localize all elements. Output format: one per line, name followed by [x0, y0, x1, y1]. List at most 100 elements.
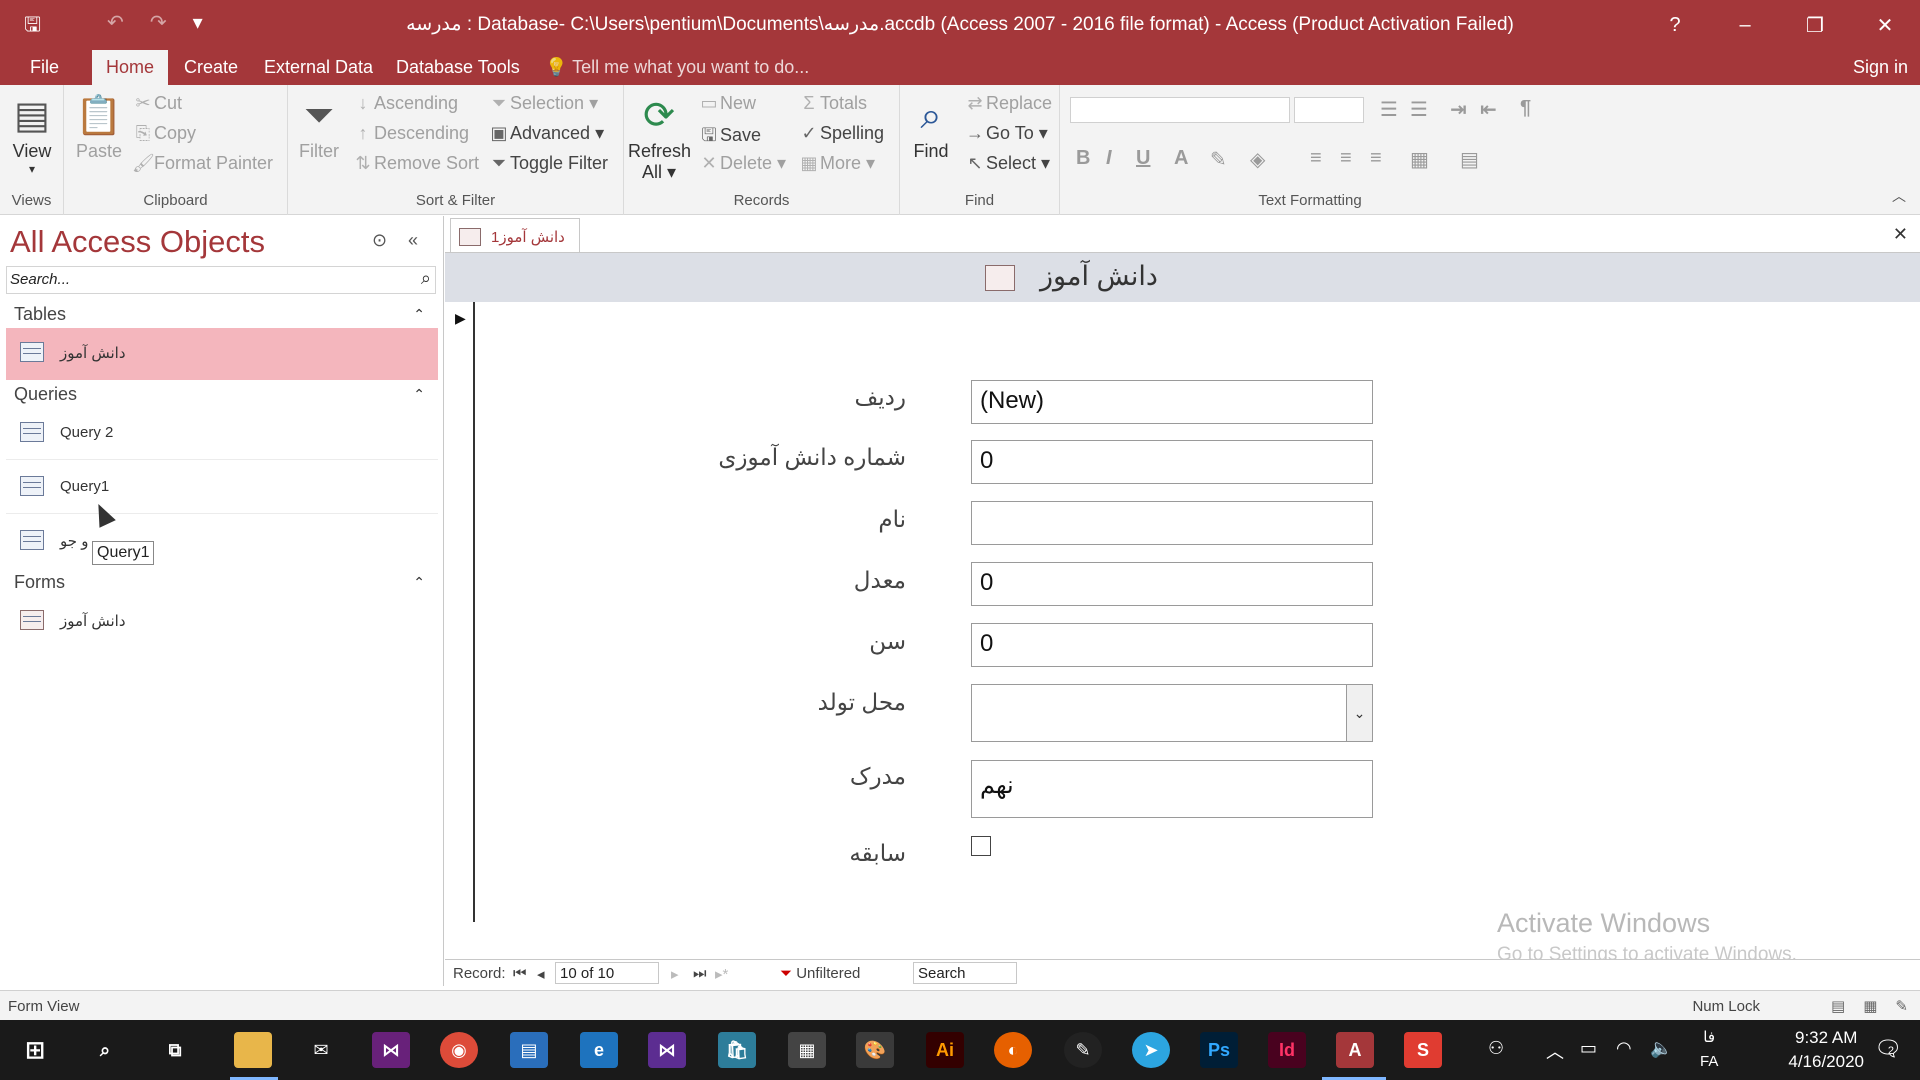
spelling-button[interactable]: ✓ Spelling [798, 123, 884, 144]
filter-status[interactable]: ⏷ Unfiltered [780, 965, 860, 982]
screen-recorder-icon[interactable]: S [1404, 1032, 1442, 1068]
nav-pane-title[interactable]: All Access Objects [10, 224, 265, 260]
align-right-icon[interactable]: ≡ [1370, 147, 1382, 170]
edge-icon[interactable]: e [580, 1032, 618, 1068]
language-indicator[interactable]: فا FA [1700, 1026, 1718, 1074]
underline-button[interactable]: U [1136, 147, 1150, 170]
nav-menu-icon[interactable]: ⊙ [372, 230, 387, 251]
store-icon[interactable]: 🛍 [718, 1032, 756, 1068]
tab-database-tools[interactable]: Database Tools [382, 50, 534, 85]
control-panel-icon[interactable]: ▤ [510, 1032, 548, 1068]
search-icon[interactable]: ⌕ [421, 268, 431, 289]
task-view-icon[interactable]: ⧉ [156, 1032, 194, 1068]
field-name[interactable] [971, 501, 1373, 545]
selection-button[interactable]: ⏷ Selection ▾ [488, 93, 598, 114]
highlight-icon[interactable]: ✎ [1210, 147, 1227, 172]
field-radif[interactable]: (New) [971, 380, 1373, 424]
rtl-icon[interactable]: ¶ [1520, 97, 1531, 120]
field-student-number[interactable]: 0 [971, 440, 1373, 484]
mail-icon[interactable]: ✉ [302, 1032, 340, 1068]
nav-item-form[interactable]: دانش آموز [6, 596, 438, 648]
windows-start-icon[interactable]: ⊞ [16, 1032, 54, 1068]
collapse-queries-icon[interactable]: ⌃ [413, 386, 425, 403]
nav-item-table[interactable]: دانش آموز [6, 328, 438, 380]
tab-home[interactable]: Home [92, 50, 169, 85]
paste-button[interactable]: 📋 Paste [74, 91, 124, 162]
layout-view-icon[interactable]: ▦ [1863, 997, 1877, 1015]
search-icon[interactable]: ⌕ [86, 1032, 124, 1068]
document-tab[interactable]: دانش آموز1 [450, 218, 580, 254]
close-button[interactable]: ✕ [1850, 0, 1920, 50]
nav-item-query[interactable]: و جو [6, 516, 438, 568]
goto-button[interactable]: → Go To ▾ [964, 123, 1048, 144]
previous-record-icon[interactable]: ◂ [537, 965, 545, 983]
restore-button[interactable]: ❐ [1780, 0, 1850, 50]
firefox-icon[interactable]: ◐ [994, 1032, 1032, 1068]
next-record-icon[interactable]: ▸ [671, 965, 679, 983]
filter-button[interactable]: ⏷ Filter [294, 91, 344, 162]
collapse-ribbon-icon[interactable]: ︿ [1892, 186, 1906, 206]
indesign-icon[interactable]: Id [1268, 1032, 1306, 1068]
italic-button[interactable]: I [1106, 147, 1112, 170]
visual-studio-code-icon[interactable]: ⋈ [648, 1032, 686, 1068]
more-button[interactable]: ▦ More ▾ [798, 153, 875, 174]
font-name-box[interactable] [1070, 97, 1290, 123]
current-record-input[interactable]: 10 of 10 [555, 962, 659, 984]
descending-button[interactable]: ↑ Descending [352, 123, 470, 144]
remove-sort-button[interactable]: ⇅ Remove Sort [352, 153, 479, 174]
field-birthplace-combo[interactable]: ⌄ [971, 684, 1373, 742]
nav-search-input[interactable]: Search... [10, 271, 70, 288]
volume-icon[interactable]: 🔈 [1650, 1038, 1672, 1059]
copy-button[interactable]: ⎘ Copy [132, 123, 196, 144]
calculator-icon[interactable]: ▦ [788, 1032, 826, 1068]
illustrator-icon[interactable]: Ai [926, 1032, 964, 1068]
photoshop-icon[interactable]: Ps [1200, 1032, 1238, 1068]
alternate-row-icon[interactable]: ▤ [1460, 147, 1479, 172]
toggle-filter-button[interactable]: ⏷ Toggle Filter [488, 153, 608, 174]
refresh-all-button[interactable]: ⟳ Refresh All ▾ [628, 91, 691, 183]
clock[interactable]: 9:32 AM 4/16/2020 [1788, 1026, 1864, 1074]
tab-file[interactable]: File [16, 50, 73, 85]
access-icon[interactable]: A [1336, 1032, 1374, 1068]
battery-icon[interactable]: ▭ [1580, 1038, 1597, 1059]
collapse-forms-icon[interactable]: ⌃ [413, 574, 425, 591]
tell-me-search[interactable]: 💡 Tell me what you want to do... [545, 50, 809, 84]
visual-studio-icon[interactable]: ⋈ [372, 1032, 410, 1068]
field-age[interactable]: 0 [971, 623, 1373, 667]
file-explorer-icon[interactable] [234, 1032, 272, 1068]
new-record-button[interactable]: ▭ New [698, 93, 756, 114]
cut-button[interactable]: ✂ Cut [132, 93, 182, 114]
ascending-button[interactable]: ↓ Ascending [352, 93, 459, 114]
help-button[interactable]: ? [1640, 0, 1710, 50]
category-forms[interactable]: Forms [14, 572, 65, 593]
category-queries[interactable]: Queries [14, 384, 77, 405]
pen-tool-icon[interactable]: ✎ [1064, 1032, 1102, 1068]
tab-external-data[interactable]: External Data [250, 50, 387, 85]
record-selector[interactable]: ▶ [445, 302, 475, 922]
first-record-icon[interactable]: ⏮ [513, 965, 527, 982]
view-button[interactable]: ▤ View ▾ [6, 91, 58, 176]
tab-create[interactable]: Create [170, 50, 252, 85]
delete-record-button[interactable]: ✕ Delete ▾ [698, 153, 786, 174]
record-search-input[interactable]: Search [913, 962, 1017, 984]
gridlines-icon[interactable]: ▦ [1410, 147, 1429, 172]
advanced-button[interactable]: ▣ Advanced ▾ [488, 123, 604, 144]
paint-icon[interactable]: 🎨 [856, 1032, 894, 1068]
new-record-nav-icon[interactable]: ▸* [715, 965, 728, 983]
bullets-icon[interactable]: ☰ [1380, 97, 1398, 122]
nav-item-query[interactable]: Query1 [6, 462, 438, 514]
save-record-button[interactable]: 🖫 Save [698, 123, 761, 153]
design-view-icon[interactable]: ✎ [1895, 997, 1908, 1015]
font-color-button[interactable]: A [1174, 147, 1188, 170]
chevron-down-icon[interactable]: ⌄ [1346, 685, 1372, 741]
find-button[interactable]: ⌕ Find [906, 91, 956, 162]
field-history-checkbox[interactable] [971, 836, 991, 856]
font-size-box[interactable] [1294, 97, 1364, 123]
format-painter-button[interactable]: 🖌Format Painter [132, 153, 273, 174]
wifi-icon[interactable]: ◠ [1616, 1038, 1632, 1059]
form-view-icon[interactable]: ▤ [1831, 997, 1845, 1015]
nav-search-box[interactable]: Search... ⌕ [6, 266, 436, 294]
category-tables[interactable]: Tables [14, 304, 66, 325]
bold-button[interactable]: B [1076, 147, 1090, 170]
align-center-icon[interactable]: ≡ [1340, 147, 1352, 170]
